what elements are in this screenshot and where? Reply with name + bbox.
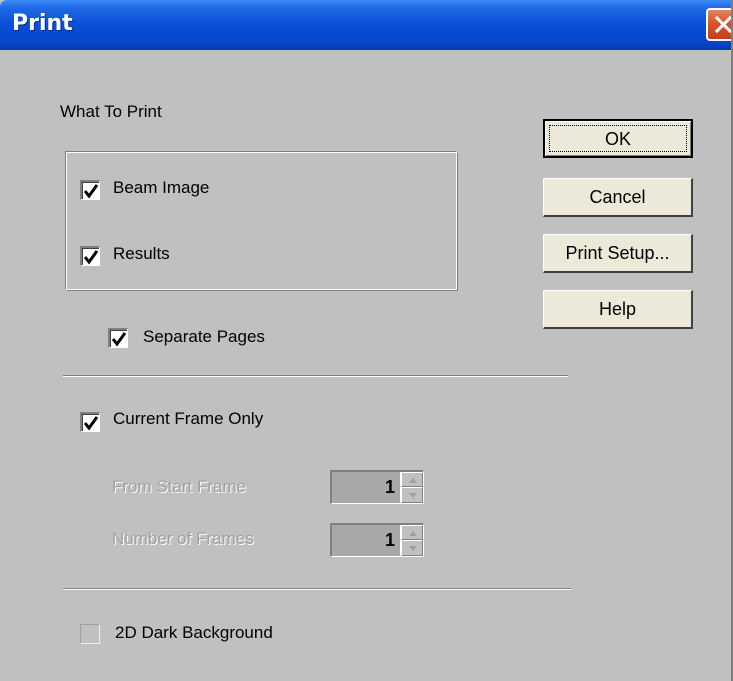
current-frame-only-label[interactable]: Current Frame Only [113,409,263,429]
help-button[interactable]: Help [543,290,693,329]
arrow-down-icon [409,546,417,551]
close-button[interactable] [706,8,731,41]
separate-pages-label[interactable]: Separate Pages [143,327,265,347]
print-setup-button[interactable]: Print Setup... [543,234,693,273]
spin-up-button[interactable] [401,472,423,487]
what-to-print-group [65,151,458,291]
beam-image-checkbox[interactable] [80,180,100,200]
checkmark-icon [83,184,99,199]
arrow-up-icon [409,478,417,483]
close-icon [715,16,731,33]
from-start-frame-arrows [400,472,423,503]
separator-1 [63,375,568,377]
from-start-frame-spinner[interactable]: 1 [330,470,424,504]
checkmark-icon [83,416,99,431]
number-of-frames-arrows [400,525,423,556]
from-start-frame-label: From Start Frame [112,477,247,496]
results-checkbox[interactable] [80,246,100,266]
results-label[interactable]: Results [113,244,170,264]
number-of-frames-value: 1 [384,530,395,550]
title-bar[interactable]: Print [0,0,731,50]
separate-pages-checkbox[interactable] [108,328,128,348]
checkmark-icon [83,250,99,265]
from-start-frame-value: 1 [384,477,395,497]
separator-2 [63,588,571,590]
cancel-button[interactable]: Cancel [543,178,693,217]
spin-down-button[interactable] [401,487,423,503]
dark-background-checkbox[interactable] [80,624,100,644]
spin-up-button[interactable] [401,525,423,540]
print-setup-button-label: Print Setup... [565,243,670,263]
help-button-label: Help [598,299,637,319]
ok-button[interactable]: OK [543,119,693,158]
arrow-up-icon [409,531,417,536]
current-frame-only-checkbox[interactable] [80,412,100,432]
checkmark-icon [111,332,127,347]
ok-button-label: OK [604,129,631,149]
window-title: Print [12,11,73,36]
spin-down-button[interactable] [401,540,423,556]
beam-image-label[interactable]: Beam Image [113,178,209,198]
arrow-down-icon [409,493,417,498]
print-dialog: Print What To Print Beam Image Results S… [0,0,733,681]
number-of-frames-label: Number of Frames [112,529,254,548]
dark-background-label[interactable]: 2D Dark Background [115,623,273,643]
what-to-print-label: What To Print [60,102,162,121]
number-of-frames-spinner[interactable]: 1 [330,523,424,557]
cancel-button-label: Cancel [589,187,646,207]
